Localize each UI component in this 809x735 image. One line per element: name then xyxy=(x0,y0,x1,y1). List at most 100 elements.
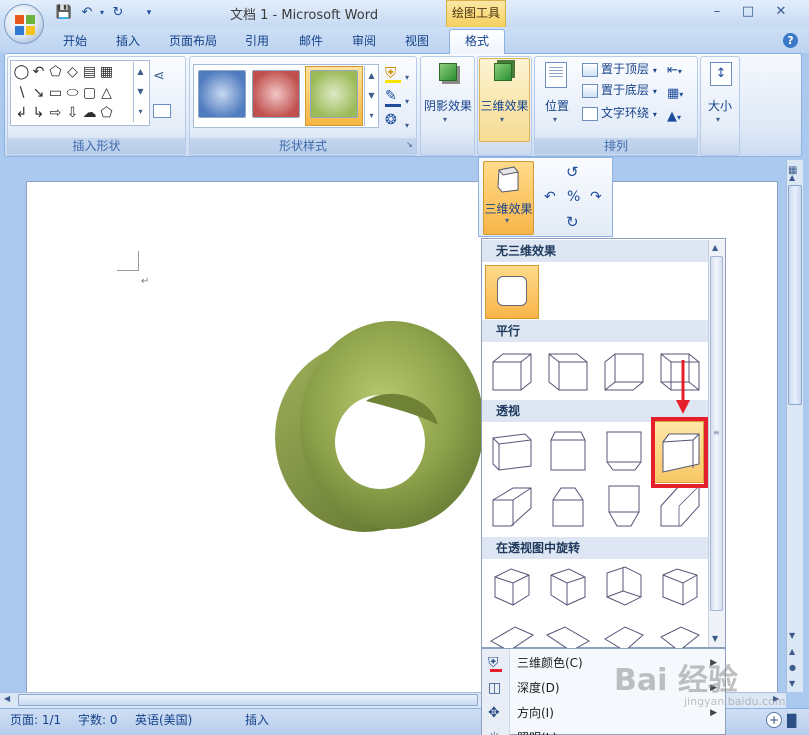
perspective-option-5[interactable] xyxy=(487,482,537,530)
rotate-perspective-option-4[interactable] xyxy=(655,563,705,611)
shapes-gallery[interactable]: ◯ ↶ ⬠ ◇ ▤ ▦ ∖ ↘ ▭ ⬭ ▢ △ ↲ ↳ ⇨ ⇩ ☁ ⬠ xyxy=(10,60,150,126)
down-arrow-shape-icon[interactable]: ⇩ xyxy=(64,103,81,123)
perspective-option-7[interactable] xyxy=(599,482,649,530)
scroll-up-icon[interactable]: ▲ xyxy=(789,173,795,182)
tilt-up-icon[interactable]: ↺ xyxy=(566,163,579,181)
shape-styles-launcher-icon[interactable]: ↘ xyxy=(406,140,413,149)
textbox-shape-icon[interactable]: ▤ xyxy=(81,62,98,82)
shape-style-green[interactable] xyxy=(310,70,358,118)
bring-to-front-button[interactable]: 置于顶层 ▾ xyxy=(582,60,657,78)
lighting-icon: ☀ xyxy=(488,731,504,735)
help-icon[interactable]: ? xyxy=(783,33,798,48)
rectangle-shape-icon[interactable]: ▭ xyxy=(47,83,64,103)
3d-effects-button[interactable]: 三维效果 xyxy=(479,97,530,114)
tab-review[interactable]: 审阅 xyxy=(344,31,384,53)
pentagon-outline-icon[interactable]: ⬠ xyxy=(98,103,115,123)
office-button[interactable] xyxy=(4,4,44,44)
menu-label-lighting: 照明(L) xyxy=(517,726,557,735)
draw-textbox-icon[interactable] xyxy=(153,104,171,118)
callout-shape-icon[interactable]: ☁ xyxy=(81,103,98,123)
perspective-option-6[interactable] xyxy=(543,482,593,530)
line-shape-icon[interactable]: ∖ xyxy=(13,83,30,103)
tab-references[interactable]: 引用 xyxy=(237,31,277,53)
menu-item-lighting[interactable]: ☀ 照明(L) xyxy=(482,726,725,735)
style-dropdown-arrows[interactable]: ▾ ▾ ▾ xyxy=(405,66,409,138)
parallel-option-2[interactable] xyxy=(543,348,593,396)
status-language[interactable]: 英语(美国) xyxy=(135,712,192,728)
position-icon[interactable] xyxy=(545,62,567,88)
close-icon[interactable]: ✕ xyxy=(770,3,792,21)
paragraph-mark: ↵ xyxy=(141,276,150,287)
shadow-effects-button[interactable]: 阴影效果 xyxy=(422,97,474,114)
redo-icon[interactable]: ↻ xyxy=(109,5,127,21)
3d-effects-icon[interactable] xyxy=(494,63,512,81)
size-button[interactable]: 大小 xyxy=(702,97,738,114)
horizontal-scroll-thumb[interactable] xyxy=(18,694,478,706)
perspective-option-1[interactable] xyxy=(487,426,537,474)
status-words[interactable]: 字数: 0 xyxy=(78,712,118,728)
rotate-perspective-option-3[interactable] xyxy=(599,563,649,611)
triangle-shape-icon[interactable]: △ xyxy=(98,83,115,103)
3d-popup-dropdown-icon[interactable]: ▾ xyxy=(505,216,509,225)
tilt-right-icon[interactable]: ↷ xyxy=(590,189,602,205)
shape-style-red[interactable] xyxy=(252,70,300,118)
save-icon[interactable]: 💾 xyxy=(55,5,73,21)
align-group-rotate-icons[interactable]: ⇤▾ ▦▾ ▲▾ xyxy=(667,60,683,129)
diamond-shape-icon[interactable]: ◇ xyxy=(64,62,81,82)
image-shape-icon[interactable]: ▦ xyxy=(98,62,115,82)
send-to-back-button[interactable]: 置于底层 ▾ xyxy=(582,81,657,99)
tab-format[interactable]: 格式 xyxy=(449,29,505,54)
elbow-connector-icon[interactable]: ↲ xyxy=(13,103,30,123)
shadow-dropdown-icon[interactable]: ▾ xyxy=(443,115,447,124)
arc-shape-icon[interactable]: ↶ xyxy=(30,62,47,82)
no-3d-option[interactable] xyxy=(485,265,539,319)
tab-mailings[interactable]: 邮件 xyxy=(291,31,331,53)
rotate-perspective-option-2[interactable] xyxy=(543,563,593,611)
edit-shape-icon[interactable]: ⋖ xyxy=(153,68,165,84)
right-arrow-shape-icon[interactable]: ⇨ xyxy=(47,103,64,123)
tab-view[interactable]: 视图 xyxy=(397,31,437,53)
rotate-perspective-option-1[interactable] xyxy=(487,563,537,611)
status-page[interactable]: 页面: 1/1 xyxy=(10,712,61,728)
perspective-option-2[interactable] xyxy=(543,426,593,474)
elbow-arrow-icon[interactable]: ↳ xyxy=(30,103,47,123)
tab-insert[interactable]: 插入 xyxy=(108,31,148,53)
position-dropdown-icon[interactable]: ▾ xyxy=(553,115,557,124)
rounded-rect-shape-icon[interactable]: ▢ xyxy=(81,83,98,103)
arrow-line-shape-icon[interactable]: ↘ xyxy=(30,83,47,103)
scroll-left-icon[interactable]: ◀ xyxy=(4,694,10,703)
gallery-scroll-up-icon[interactable]: ▲ xyxy=(712,243,718,252)
gallery-scroll-down-icon[interactable]: ▼ xyxy=(712,634,718,643)
3d-ring-shape[interactable] xyxy=(270,315,486,540)
text-wrapping-button[interactable]: 文字环绕 ▾ xyxy=(582,104,657,122)
3d-effects-dropdown-icon[interactable]: ▾ xyxy=(500,115,504,124)
tab-home[interactable]: 开始 xyxy=(55,31,95,53)
tab-page-layout[interactable]: 页面布局 xyxy=(163,31,223,53)
shadow-effects-icon[interactable] xyxy=(439,63,457,81)
size-icon[interactable]: ↕ xyxy=(710,62,732,86)
parallel-option-3[interactable] xyxy=(599,348,649,396)
shapes-gallery-scroll[interactable]: ▲ ▼ ▾ xyxy=(133,62,147,122)
vertical-scroll-thumb[interactable] xyxy=(788,185,802,405)
text-wrapping-icon xyxy=(582,106,598,121)
size-dropdown-icon[interactable]: ▾ xyxy=(716,115,720,124)
text-wrapping-label: 文字环绕 xyxy=(601,106,650,120)
3d-toggle-icon[interactable]: % xyxy=(567,189,580,205)
maximize-icon[interactable]: □ xyxy=(737,3,759,21)
oval-shape-icon[interactable]: ◯ xyxy=(13,62,30,82)
ellipse-shape-icon[interactable]: ⬭ xyxy=(64,83,81,103)
parallel-option-1[interactable] xyxy=(487,348,537,396)
customize-toolbar-icon[interactable]: ▾ xyxy=(140,5,158,21)
position-button[interactable]: 位置 xyxy=(540,97,574,114)
minimize-icon[interactable]: – xyxy=(706,3,728,21)
tilt-left-icon[interactable]: ↶ xyxy=(544,189,556,205)
shape-style-blue[interactable] xyxy=(198,70,246,118)
styles-gallery-scroll[interactable]: ▲ ▼ ▾ xyxy=(364,66,378,126)
change-shape-icon[interactable]: ❂ xyxy=(385,112,397,128)
tilt-down-icon[interactable]: ↻ xyxy=(566,213,579,231)
perspective-option-3[interactable] xyxy=(599,426,649,474)
shape-outline-icon[interactable]: ✎ xyxy=(385,88,397,104)
pentagon-shape-icon[interactable]: ⬠ xyxy=(47,62,64,82)
status-insert-mode[interactable]: 插入 xyxy=(245,712,269,728)
perspective-option-8[interactable] xyxy=(655,482,705,530)
